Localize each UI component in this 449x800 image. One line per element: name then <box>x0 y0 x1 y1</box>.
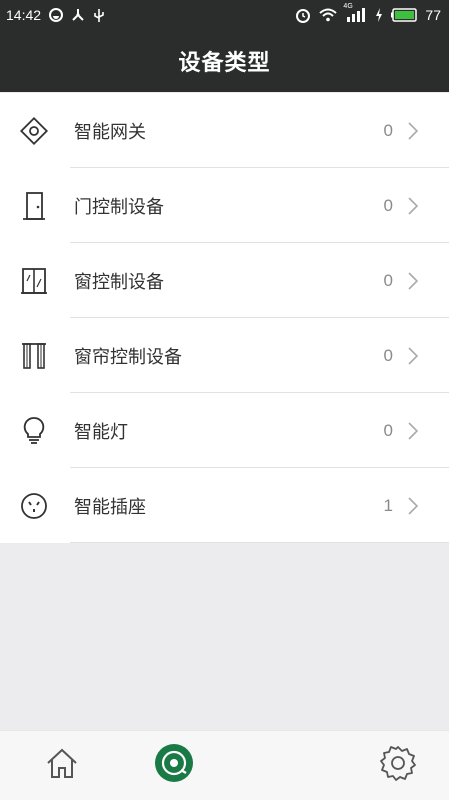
chevron-right-icon <box>405 421 421 441</box>
nav-home[interactable] <box>36 739 88 791</box>
charging-icon <box>375 8 383 22</box>
home-icon <box>44 745 80 785</box>
bottom-nav <box>0 730 449 800</box>
status-bar: 14:42 4G 77 <box>0 0 449 30</box>
list-item-label: 门控制设备 <box>74 196 164 218</box>
network-type-label: 4G <box>343 3 353 10</box>
device-count: 0 <box>383 345 393 365</box>
socket-icon <box>18 490 50 522</box>
chevron-right-icon <box>405 196 421 216</box>
list-item-door[interactable]: 门控制设备 0 <box>0 168 449 243</box>
window-icon <box>18 265 50 297</box>
list-item-window[interactable]: 窗控制设备 0 <box>0 243 449 318</box>
list-item-gateway[interactable]: 智能网关 0 <box>0 93 449 168</box>
page-title: 设备类型 <box>178 51 271 76</box>
device-type-list: 智能网关 0 门控制设备 0 窗控制设备 0 窗帘控制设备 0 智能灯 0 智能… <box>0 93 449 543</box>
device-radar-icon <box>153 742 195 788</box>
bulb-icon <box>18 415 50 447</box>
usb-icon <box>93 8 105 23</box>
battery-percent: 77 <box>425 7 441 23</box>
signal-icon: 4G <box>343 3 367 22</box>
list-item-label: 窗帘控制设备 <box>74 346 182 368</box>
wifi-icon <box>319 8 338 22</box>
fan-icon <box>71 8 85 22</box>
nav-devices[interactable] <box>148 739 200 791</box>
device-count: 0 <box>383 195 393 215</box>
device-count: 0 <box>383 270 393 290</box>
list-item-light[interactable]: 智能灯 0 <box>0 393 449 468</box>
device-count: 0 <box>383 120 393 140</box>
divider <box>70 542 449 543</box>
list-item-label: 智能插座 <box>74 496 146 518</box>
list-item-label: 智能灯 <box>74 421 128 443</box>
door-icon <box>18 190 50 222</box>
chevron-right-icon <box>405 271 421 291</box>
chevron-right-icon <box>405 346 421 366</box>
status-time: 14:42 <box>6 7 42 23</box>
device-count: 0 <box>383 420 393 440</box>
curtain-icon <box>18 340 50 372</box>
list-item-label: 窗控制设备 <box>74 271 164 293</box>
title-bar: 设备类型 <box>0 30 449 92</box>
nav-settings[interactable] <box>372 739 424 791</box>
chevron-right-icon <box>405 121 421 141</box>
list-item-label: 智能网关 <box>74 121 146 143</box>
list-item-curtain[interactable]: 窗帘控制设备 0 <box>0 318 449 393</box>
app-circle-icon <box>49 8 64 22</box>
chevron-right-icon <box>405 496 421 516</box>
alarm-icon <box>295 7 311 23</box>
battery-icon <box>391 8 418 22</box>
gateway-icon <box>18 115 50 147</box>
list-item-socket[interactable]: 智能插座 1 <box>0 468 449 543</box>
settings-icon <box>379 744 417 786</box>
device-count: 1 <box>383 495 393 515</box>
